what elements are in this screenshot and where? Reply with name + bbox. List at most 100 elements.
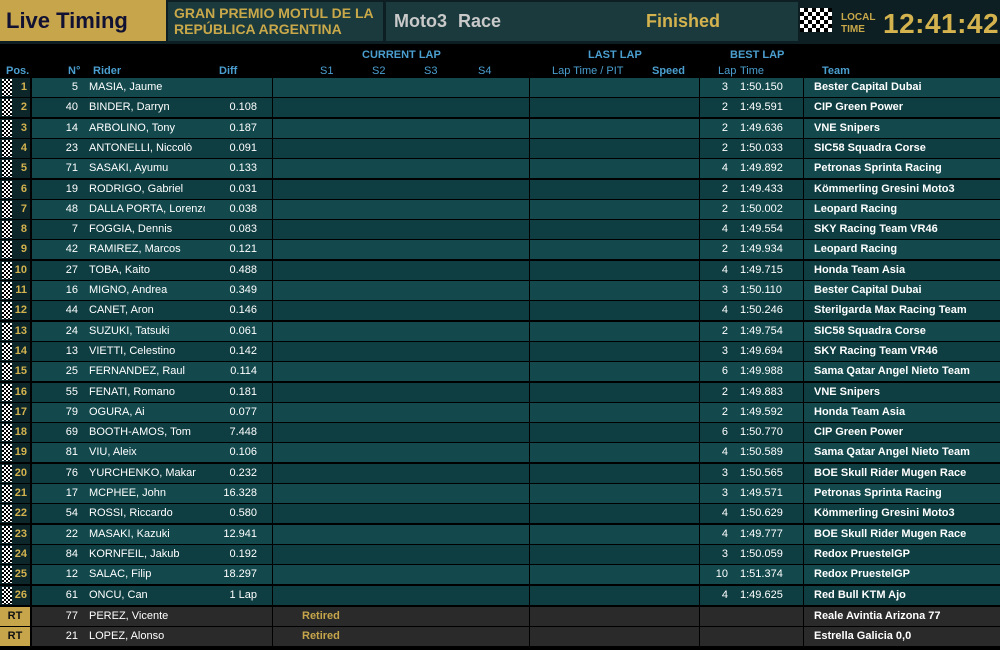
team-name: Leopard Racing xyxy=(814,243,898,256)
rider-number: 27 xyxy=(65,263,78,276)
table-row[interactable]: 13 24 SUZUKI, Tatsuki 0.061 2 1:49.754 SIC58 S… xyxy=(0,321,1000,341)
best-lap-number: 2 xyxy=(721,405,728,418)
session-label: Race xyxy=(458,11,502,31)
table-row[interactable]: 19 81 VIU, Aleix 0.106 4 1:50.589 Sama Qatar A… xyxy=(0,443,1000,463)
rider-number: 21 xyxy=(65,630,78,643)
col-num: N° xyxy=(68,65,81,77)
table-row[interactable]: 21 17 MCPHEE, John 16.328 3 1:49.571 Petronas … xyxy=(0,484,1000,503)
gap-diff: 0.488 xyxy=(229,263,257,276)
rider-number: 44 xyxy=(65,304,78,317)
rider-number: 42 xyxy=(65,243,78,256)
position-cell: 23 xyxy=(0,524,30,544)
row-bg-current-lap xyxy=(273,301,529,321)
table-row[interactable]: 22 54 ROSSI, Riccardo 0.580 4 1:50.629 Kömmerl… xyxy=(0,504,1000,524)
table-row[interactable]: 1 5 MASIA, Jaume 3 1:50.150 Bester Capital Du… xyxy=(0,78,1000,97)
table-row[interactable]: 15 25 FERNANDEZ, Raul 0.114 6 1:49.988 Sama Qa… xyxy=(0,362,1000,382)
best-lap-time: 1:49.754 xyxy=(740,324,783,337)
gap-diff: 0.038 xyxy=(229,202,257,215)
checkered-flag-icon xyxy=(2,119,12,137)
team-name: Honda Team Asia xyxy=(814,263,906,276)
rider-number: 77 xyxy=(65,609,78,622)
position-value: 23 xyxy=(14,527,27,540)
team-name: Kömmerling Gresini Moto3 xyxy=(814,182,955,195)
table-row[interactable]: 20 76 YURCHENKO, Makar 0.232 3 1:50.565 BOE Sk… xyxy=(0,463,1000,483)
row-bg-last-lap xyxy=(530,281,699,300)
row-bg-last-lap xyxy=(530,118,699,138)
team-name: Kömmerling Gresini Moto3 xyxy=(814,507,955,520)
best-lap-time: 1:49.883 xyxy=(740,385,783,398)
table-row[interactable]: 14 13 VIETTI, Celestino 0.142 3 1:49.694 SKY R… xyxy=(0,341,1000,361)
table-row[interactable]: 18 69 BOOTH-AMOS, Tom 7.448 6 1:50.770 CIP Gre… xyxy=(0,423,1000,443)
rider-number: 14 xyxy=(65,121,78,134)
row-bg-current-lap xyxy=(273,321,529,341)
table-row[interactable]: 5 71 SASAKI, Ayumu 0.133 4 1:49.892 Petronas S… xyxy=(0,159,1000,179)
col-lap-time-pit: Lap Time / PIT xyxy=(552,65,624,77)
row-bg-current-lap xyxy=(273,565,529,585)
checkered-flag-icon xyxy=(2,302,12,320)
best-lap-number: 2 xyxy=(721,141,728,154)
rider-name: MCPHEE, John xyxy=(89,487,167,499)
table-row[interactable]: 8 7 FOGGIA, Dennis 0.083 4 1:49.554 SKY Racing… xyxy=(0,220,1000,240)
table-row[interactable]: 16 55 FENATI, Romano 0.181 2 1:49.883 VNE Snip… xyxy=(0,382,1000,402)
table-row[interactable]: 7 48 DALLA PORTA, Lorenzo 0.038 2 1:50.002 Leo… xyxy=(0,199,1000,219)
rider-name: BOOTH-AMOS, Tom xyxy=(89,426,191,439)
event-name-line2: REPÚBLICA ARGENTINA xyxy=(174,21,342,37)
rider-name: FENATI, Romano xyxy=(89,385,175,398)
best-lap-time: 1:49.571 xyxy=(740,487,783,499)
row-bg-last-lap xyxy=(530,382,699,402)
col-s3: S3 xyxy=(424,65,438,77)
team-name: SIC58 Squadra Corse xyxy=(814,141,926,154)
best-lap-time: 1:51.374 xyxy=(740,568,783,581)
position-value: 9 xyxy=(20,243,27,256)
rider-name: VIETTI, Celestino xyxy=(89,344,176,357)
row-bg-current-lap xyxy=(273,179,529,199)
row-bg-last-lap xyxy=(530,423,699,443)
checkered-flag-icon xyxy=(2,505,12,523)
row-bg-best-lap xyxy=(700,606,803,626)
rider-name: FOGGIA, Dennis xyxy=(89,223,173,236)
table-row[interactable]: 9 42 RAMIREZ, Marcos 0.121 2 1:49.934 Leopard … xyxy=(0,240,1000,260)
checkered-flag-icon xyxy=(2,363,12,381)
table-row[interactable]: 23 22 MASAKI, Kazuki 12.941 4 1:49.777 BOE Sku… xyxy=(0,524,1000,544)
table-row[interactable]: 4 23 ANTONELLI, Niccolò 0.091 2 1:50.033 SIC58… xyxy=(0,138,1000,158)
position-value: 18 xyxy=(14,426,27,439)
col-s4: S4 xyxy=(478,65,492,77)
table-row[interactable]: 25 12 SALAC, Filip 18.297 10 1:51.374 Redox Pr… xyxy=(0,565,1000,585)
gap-diff: 0.108 xyxy=(229,101,257,114)
table-row[interactable]: 12 44 CANET, Aron 0.146 4 1:50.246 Sterilgarda… xyxy=(0,301,1000,321)
table-row[interactable]: 2 40 BINDER, Darryn 0.108 2 1:49.591 CIP Green… xyxy=(0,98,1000,118)
row-bg-best-lap xyxy=(700,627,803,647)
retired-row[interactable]: RT 21 LOPEZ, Alonso Retired Estrella Galicia… xyxy=(0,627,1000,647)
rider-number: 22 xyxy=(65,527,78,540)
row-bg-current-lap xyxy=(273,504,529,524)
table-row[interactable]: 17 79 OGURA, Ai 0.077 2 1:49.592 Honda Team As… xyxy=(0,402,1000,422)
team-name: Leopard Racing xyxy=(814,202,898,215)
table-row[interactable]: 3 14 ARBOLINO, Tony 0.187 2 1:49.636 VNE Snipe… xyxy=(0,118,1000,138)
local-time-value: 12:41:42 xyxy=(883,8,1000,39)
position-cell: 21 xyxy=(0,484,30,503)
team-name: CIP Green Power xyxy=(814,426,904,439)
col-speed: Speed xyxy=(652,65,686,77)
team-name: SIC58 Squadra Corse xyxy=(814,324,926,337)
row-bg-current-lap xyxy=(273,585,529,605)
checkered-flag-icon xyxy=(2,464,12,482)
best-lap-time: 1:50.110 xyxy=(740,284,783,296)
row-bg-last-lap xyxy=(530,260,699,280)
position-value: 4 xyxy=(20,141,27,154)
gap-diff: 0.091 xyxy=(229,141,257,154)
table-row[interactable]: 10 27 TOBA, Kaito 0.488 4 1:49.715 Honda Team … xyxy=(0,260,1000,280)
table-row[interactable]: 26 61 ONCU, Can 1 Lap 4 1:49.625 Red Bull KTM … xyxy=(0,585,1000,605)
table-row[interactable]: 24 84 KORNFEIL, Jakub 0.192 3 1:50.059 Redox P… xyxy=(0,544,1000,564)
position-value: 14 xyxy=(14,344,27,357)
col-rider: Rider xyxy=(93,65,122,77)
checkered-flag-icon xyxy=(2,261,12,279)
team-name: Redox PruestelGP xyxy=(814,547,910,560)
table-row[interactable]: 6 19 RODRIGO, Gabriel 0.031 2 1:49.433 Kömmerl… xyxy=(0,179,1000,199)
retired-row[interactable]: RT 77 PEREZ, Vicente Retired Reale Avintia A… xyxy=(0,606,1000,626)
team-name: SKY Racing Team VR46 xyxy=(814,344,938,357)
row-bg-current-lap xyxy=(273,281,529,300)
best-lap-number: 6 xyxy=(721,365,728,378)
rider-name: ANTONELLI, Niccolò xyxy=(89,141,193,154)
table-row[interactable]: 11 16 MIGNO, Andrea 0.349 3 1:50.110 Bester Ca… xyxy=(0,281,1000,300)
best-lap-time: 1:50.059 xyxy=(740,547,783,560)
